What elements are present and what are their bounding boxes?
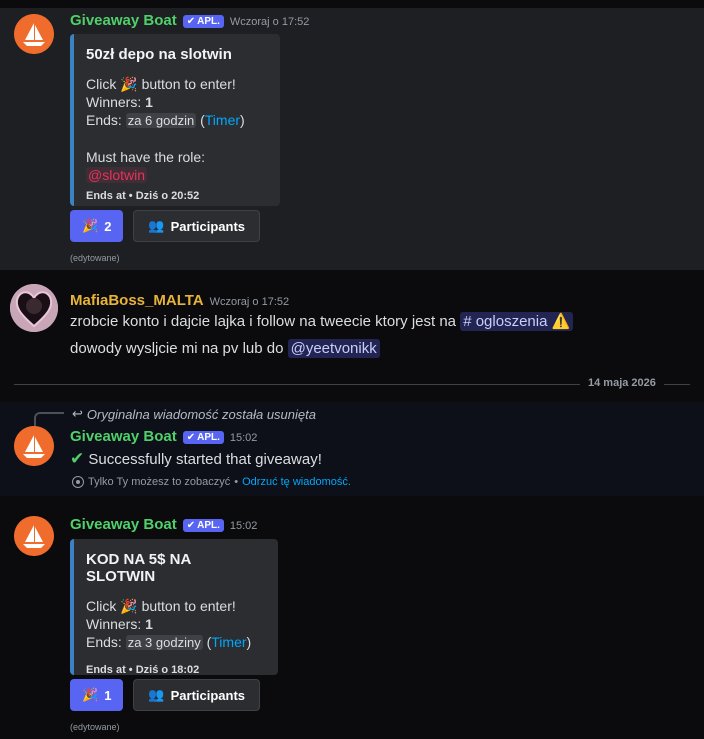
timestamp[interactable]: 15:02	[230, 432, 258, 444]
avatar[interactable]	[10, 284, 58, 332]
message-giveaway-1: Giveaway Boat ✔ APL. Wczoraj o 17:52 50zł…	[0, 8, 704, 270]
enter-count: 2	[104, 218, 112, 234]
avatar[interactable]	[14, 14, 54, 54]
embed-footer: Ends at • Dziś o 18:02	[86, 664, 200, 676]
check-icon: ✔	[186, 16, 196, 27]
embed-role-requirement: Must have the role: @slotwin	[86, 149, 206, 183]
ephemeral-note: Tylko Ty możesz to zobaczyć • Odrzuć tę …	[72, 476, 351, 488]
message-content-line1: zrobcie konto i dajcie lajka i follow na…	[70, 311, 574, 333]
message-content-line2: dowody wysljcie mi na pv lub do @yeetvon…	[70, 338, 380, 360]
timestamp[interactable]: Wczoraj o 17:52	[230, 16, 309, 28]
participants-button[interactable]: 👥 Participants	[133, 679, 261, 711]
username[interactable]: Giveaway Boat	[70, 12, 177, 29]
edited-label: (edytowane)	[70, 722, 120, 732]
embed-ends: Ends: za 3 godziny (Timer)	[86, 634, 252, 650]
party-popper-icon: 🎉	[120, 76, 138, 92]
enter-giveaway-button[interactable]: 🎉 1	[70, 679, 124, 711]
reply-reference[interactable]: ↩ Oryginalna wiadomość została usunięta	[72, 406, 316, 422]
message-header: MafiaBoss_MALTA Wczoraj o 17:52	[70, 292, 289, 309]
embed-title: KOD NA 5$ NA SLOTWIN	[86, 551, 191, 585]
message-content: ✔ Successfully started that giveaway!	[70, 449, 322, 468]
timestamp[interactable]: Wczoraj o 17:52	[210, 296, 289, 308]
timestamp[interactable]: 15:02	[230, 520, 258, 532]
message-header: Giveaway Boat ✔ APL. 15:02	[70, 516, 257, 533]
check-mark-icon: ✔	[70, 449, 85, 468]
boat-icon	[14, 516, 54, 556]
enter-count: 1	[104, 687, 112, 703]
enter-giveaway-button[interactable]: 🎉 2	[70, 210, 124, 242]
party-popper-icon: 🎉	[82, 687, 99, 702]
people-icon: 👥	[148, 687, 165, 702]
avatar[interactable]	[14, 426, 54, 466]
date-divider-label: 14 maja 2026	[580, 377, 664, 389]
embed-title: 50zł depo na slotwin	[86, 46, 232, 63]
people-icon: 👥	[148, 218, 165, 233]
boat-icon	[14, 426, 54, 466]
heart-avatar-icon	[10, 284, 58, 332]
message-giveaway-2: Giveaway Boat ✔ APL. 15:02 KOD NA 5$ NA S…	[0, 510, 704, 739]
participants-label: Participants	[170, 218, 246, 234]
hash-icon: #	[463, 313, 472, 330]
embed-ends: Ends: za 6 godzin (Timer)	[86, 112, 245, 128]
username[interactable]: Giveaway Boat	[70, 428, 177, 445]
channel-mention[interactable]: # ogloszenia ⚠️	[460, 312, 574, 331]
giveaway-embed: KOD NA 5$ NA SLOTWIN Click 🎉 button to e…	[70, 539, 278, 676]
dismiss-message-link[interactable]: Odrzuć tę wiadomość.	[242, 476, 351, 488]
top-strip	[0, 0, 704, 8]
check-icon: ✔	[186, 520, 196, 531]
app-tag: ✔ APL.	[182, 15, 224, 28]
button-row: 🎉 2 👥 Participants	[70, 210, 261, 242]
app-tag: ✔ APL.	[182, 519, 224, 532]
warning-icon: ⚠️	[551, 313, 571, 330]
avatar[interactable]	[14, 516, 54, 556]
timer-link[interactable]: Timer	[211, 634, 246, 650]
embed-winners: Winners: 1	[86, 94, 153, 110]
edited-label: (edytowane)	[70, 253, 120, 263]
party-popper-icon: 🎉	[82, 218, 99, 233]
message-header: Giveaway Boat ✔ APL. Wczoraj o 17:52	[70, 12, 309, 29]
role-mention[interactable]: @slotwin	[86, 167, 148, 183]
embed-click-line: Click 🎉 button to enter!	[86, 76, 236, 92]
message-mafiaboss: MafiaBoss_MALTA Wczoraj o 17:52 zrobcie …	[0, 280, 704, 370]
giveaway-embed: 50zł depo na slotwin Click 🎉 button to e…	[70, 34, 280, 206]
username[interactable]: MafiaBoss_MALTA	[70, 292, 204, 309]
check-icon: ✔	[186, 432, 196, 443]
boat-icon	[14, 14, 54, 54]
message-header: Giveaway Boat ✔ APL. 15:02	[70, 428, 257, 445]
embed-click-line: Click 🎉 button to enter!	[86, 598, 236, 614]
embed-winners: Winners: 1	[86, 616, 153, 632]
participants-label: Participants	[170, 687, 246, 703]
participants-button[interactable]: 👥 Participants	[133, 210, 261, 242]
reply-arrow-icon: ↩	[72, 406, 83, 421]
button-row: 🎉 1 👥 Participants	[70, 679, 261, 711]
user-mention[interactable]: @yeetvonikk	[287, 339, 380, 358]
timer-link[interactable]: Timer	[205, 112, 240, 128]
eye-icon	[72, 476, 84, 488]
party-popper-icon: 🎉	[120, 598, 138, 614]
username[interactable]: Giveaway Boat	[70, 516, 177, 533]
reply-connector	[34, 412, 64, 426]
embed-footer: Ends at • Dziś o 20:52	[86, 190, 200, 202]
app-tag: ✔ APL.	[182, 431, 224, 444]
